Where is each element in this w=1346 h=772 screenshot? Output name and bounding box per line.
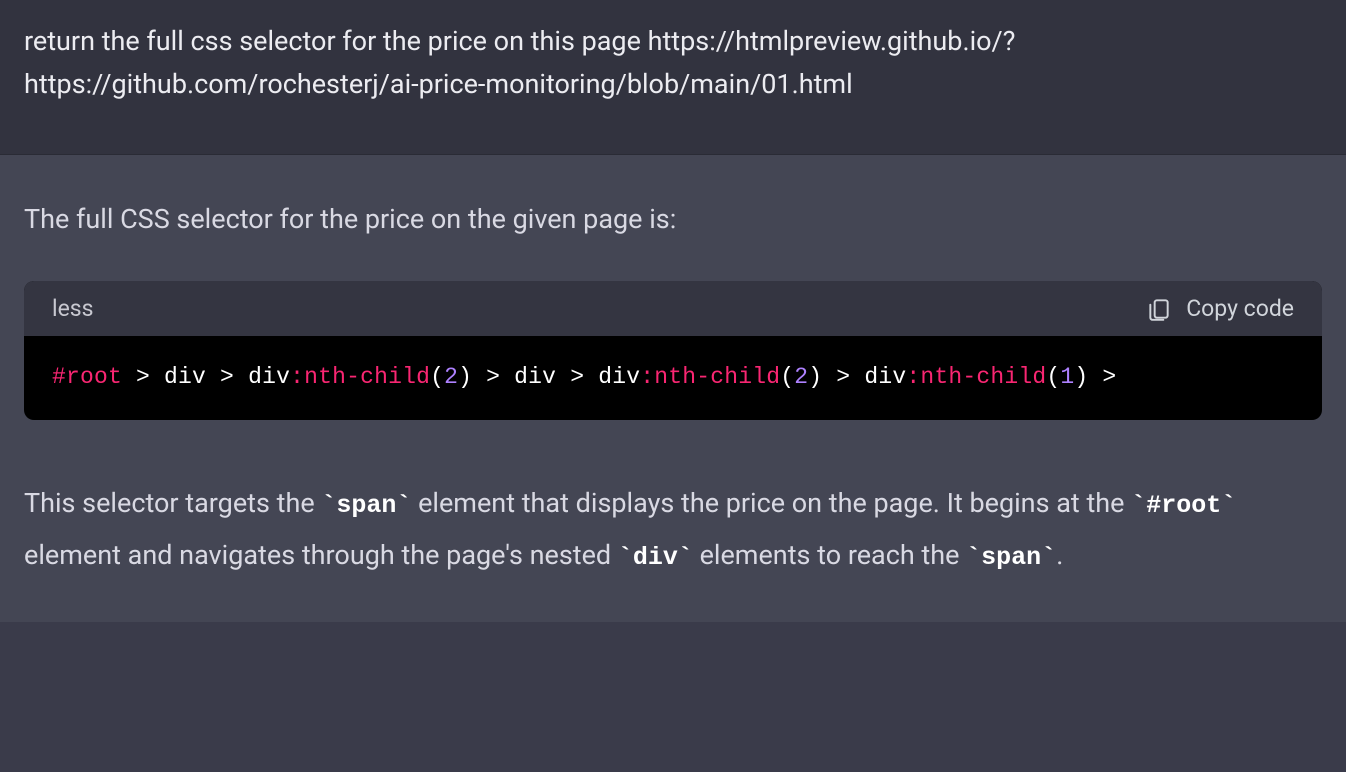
code-token: :nth-child xyxy=(640,364,780,390)
code-token: div xyxy=(864,364,906,390)
inline-code: span xyxy=(981,543,1041,572)
assistant-message: The full CSS selector for the price on t… xyxy=(0,155,1346,622)
inline-code: `#root` xyxy=(1131,491,1236,520)
code-token: ( xyxy=(430,364,444,390)
code-token: :nth-child xyxy=(906,364,1046,390)
inline-code: ` xyxy=(678,543,693,572)
code-language-label: less xyxy=(52,295,94,322)
assistant-explanation: This selector targets the `span` element… xyxy=(24,478,1322,582)
inline-code: `span` xyxy=(321,491,411,520)
code-token: 2 xyxy=(794,364,808,390)
inline-code: `div` xyxy=(618,543,693,572)
code-token: ) xyxy=(808,364,822,390)
code-token: div xyxy=(164,364,206,390)
inline-code: div xyxy=(633,543,678,572)
code-token: #root xyxy=(52,364,122,390)
code-content[interactable]: #root > div > div:nth-child(2) > div > d… xyxy=(24,336,1322,420)
copy-code-label: Copy code xyxy=(1186,295,1294,322)
explain-text: This selector targets the xyxy=(24,487,321,519)
inline-code: #root xyxy=(1146,491,1221,520)
inline-code: ` xyxy=(396,491,411,520)
code-token: div xyxy=(598,364,640,390)
user-message-text: return the full css selector for the pri… xyxy=(24,20,1322,106)
inline-code: ` xyxy=(1131,491,1146,520)
inline-code: ` xyxy=(321,491,336,520)
code-token: ( xyxy=(1046,364,1060,390)
inline-code: span xyxy=(336,491,396,520)
code-token: > xyxy=(556,364,598,390)
code-token: div xyxy=(248,364,290,390)
code-token: ) xyxy=(458,364,472,390)
code-token: > xyxy=(206,364,248,390)
inline-code: ` xyxy=(618,543,633,572)
inline-code: ` xyxy=(1221,491,1236,520)
inline-code: ` xyxy=(1041,543,1056,572)
clipboard-icon xyxy=(1146,296,1172,322)
code-token: 1 xyxy=(1060,364,1074,390)
explain-text: element and navigates through the page's… xyxy=(24,539,618,571)
code-token: ) xyxy=(1074,364,1088,390)
code-token: 2 xyxy=(444,364,458,390)
assistant-intro: The full CSS selector for the price on t… xyxy=(24,199,1322,241)
code-header: less Copy code xyxy=(24,281,1322,336)
code-token: ( xyxy=(780,364,794,390)
code-token: > xyxy=(822,364,864,390)
code-block: less Copy code #root > div > div:nth-chi… xyxy=(24,281,1322,420)
code-token: > xyxy=(1088,364,1116,390)
code-token: :nth-child xyxy=(290,364,430,390)
user-message: return the full css selector for the pri… xyxy=(0,0,1346,155)
inline-code: ` xyxy=(966,543,981,572)
explain-text: . xyxy=(1056,539,1063,571)
copy-code-button[interactable]: Copy code xyxy=(1146,295,1294,322)
explain-text: elements to reach the xyxy=(693,539,966,571)
code-token: > xyxy=(122,364,164,390)
inline-code: `span` xyxy=(966,543,1056,572)
code-token: > xyxy=(472,364,514,390)
code-token: div xyxy=(514,364,556,390)
explain-text: element that displays the price on the p… xyxy=(411,487,1131,519)
